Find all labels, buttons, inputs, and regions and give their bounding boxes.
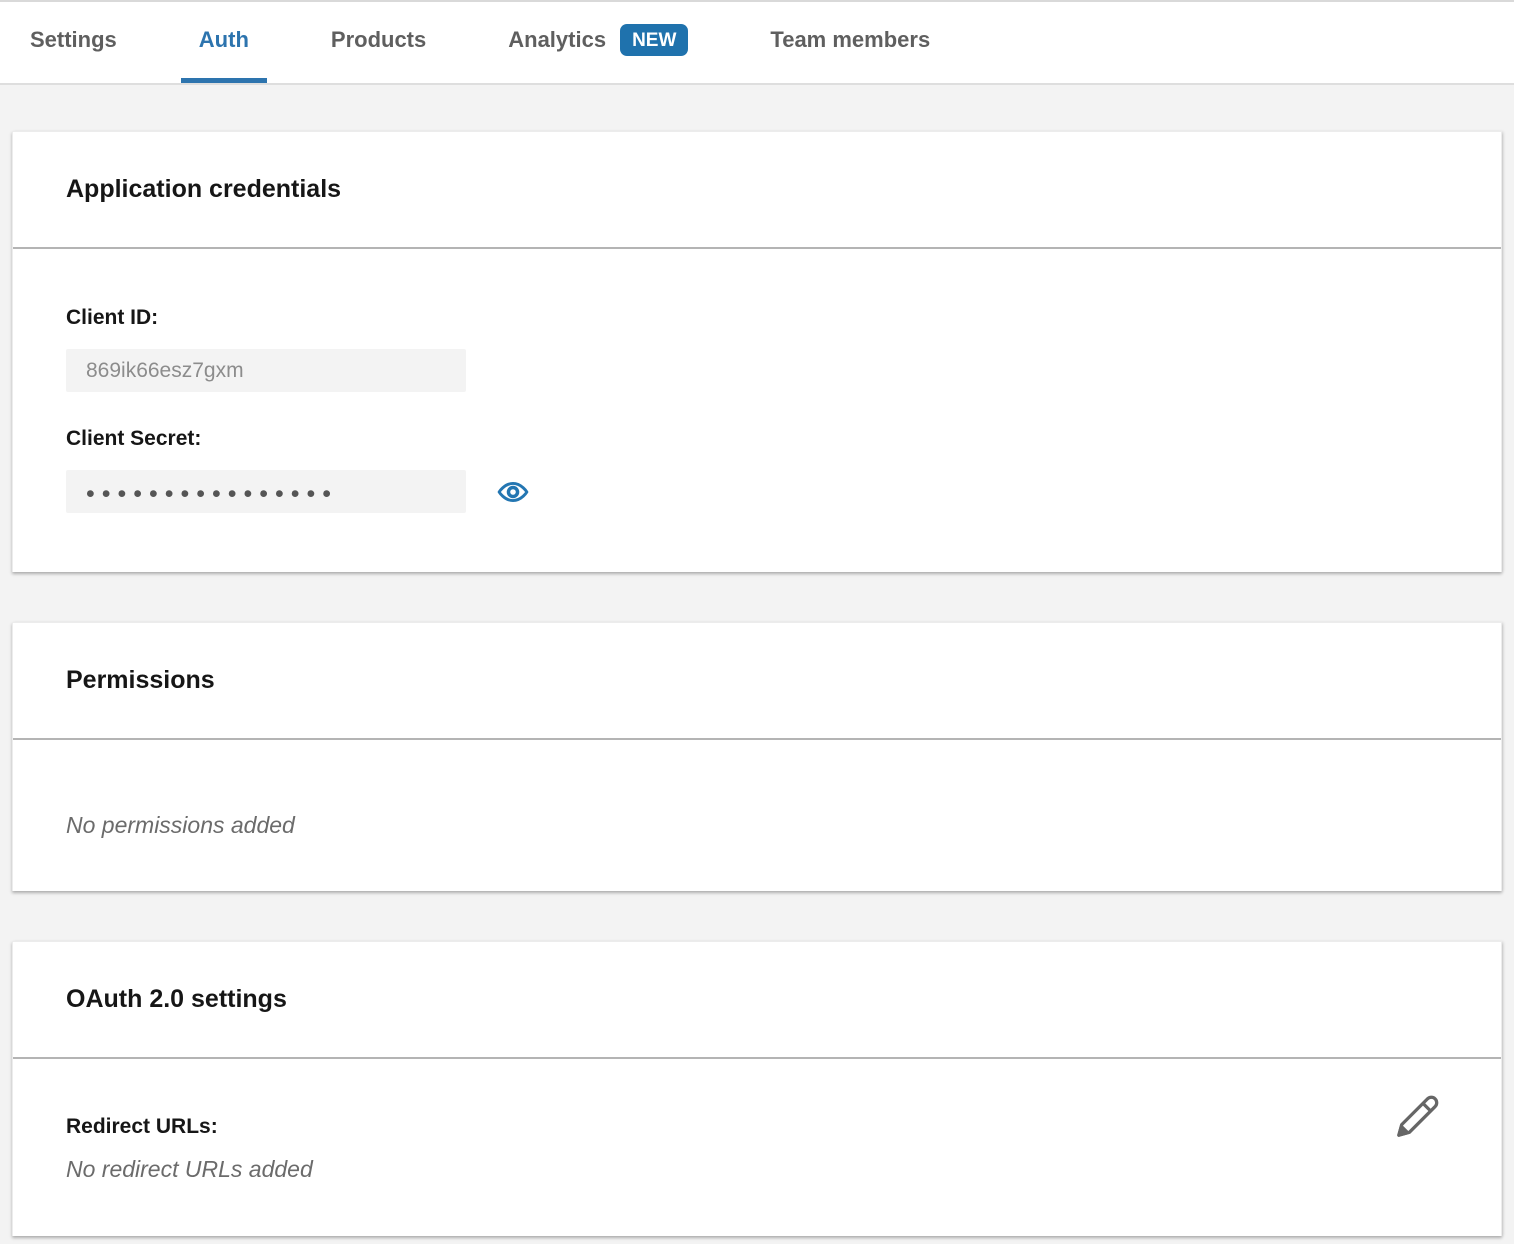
permissions-title: Permissions <box>66 666 215 695</box>
tab-analytics-label: Analytics <box>508 27 606 53</box>
tab-team-members[interactable]: Team members <box>752 2 948 83</box>
client-id-field: Client ID: <box>66 306 1448 392</box>
tab-products[interactable]: Products <box>313 2 444 83</box>
edit-redirect-urls-button[interactable] <box>1395 1093 1441 1139</box>
client-id-input[interactable] <box>66 349 466 392</box>
permissions-card: Permissions No permissions added <box>12 622 1502 891</box>
tab-auth[interactable]: Auth <box>181 2 267 83</box>
client-secret-input[interactable] <box>66 470 466 513</box>
tab-settings-label: Settings <box>30 27 117 53</box>
oauth-settings-title: OAuth 2.0 settings <box>66 985 287 1014</box>
tab-team-members-label: Team members <box>770 27 930 53</box>
redirect-urls-label: Redirect URLs: <box>66 1115 313 1139</box>
client-secret-field: Client Secret: <box>66 427 1448 513</box>
permissions-header: Permissions <box>13 623 1501 740</box>
no-redirect-urls-text: No redirect URLs added <box>66 1156 313 1183</box>
tab-auth-label: Auth <box>199 27 249 53</box>
reveal-secret-button[interactable] <box>497 476 529 508</box>
tab-products-label: Products <box>331 27 426 53</box>
application-credentials-title: Application credentials <box>66 175 341 204</box>
oauth-settings-card: OAuth 2.0 settings Redirect URLs: No red… <box>12 941 1502 1236</box>
pencil-icon <box>1395 1093 1441 1139</box>
tab-bar: Settings Auth Products Analytics NEW Tea… <box>0 0 1514 85</box>
eye-icon <box>497 476 529 508</box>
tab-analytics[interactable]: Analytics NEW <box>490 2 706 83</box>
client-id-label: Client ID: <box>66 306 1448 330</box>
new-badge: NEW <box>620 24 688 56</box>
redirect-urls-section: Redirect URLs: No redirect URLs added <box>66 1115 313 1183</box>
client-secret-label: Client Secret: <box>66 427 1448 451</box>
no-permissions-text: No permissions added <box>66 812 295 838</box>
oauth-settings-header: OAuth 2.0 settings <box>13 942 1501 1059</box>
application-credentials-header: Application credentials <box>13 132 1501 249</box>
application-credentials-card: Application credentials Client ID: Clien… <box>12 131 1502 572</box>
tab-settings[interactable]: Settings <box>12 2 135 83</box>
